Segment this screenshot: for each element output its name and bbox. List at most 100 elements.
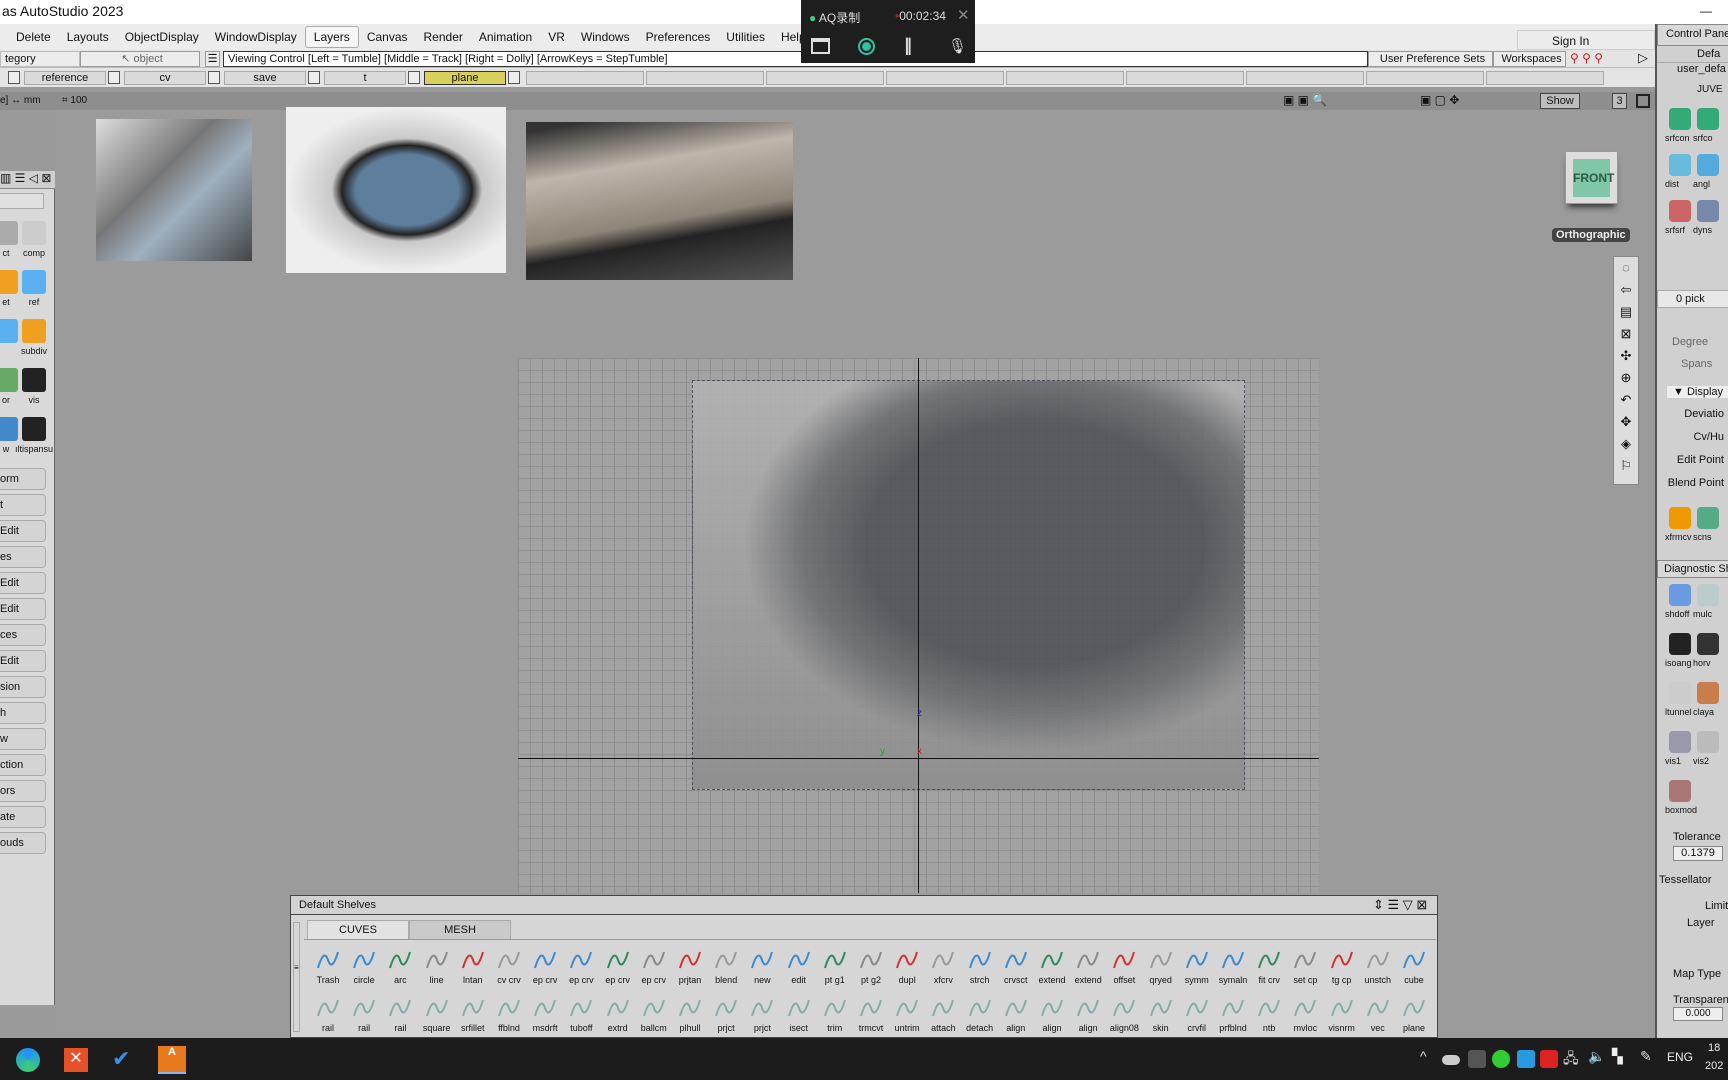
shelf-drag-handle[interactable]: ≡: [293, 922, 300, 1032]
shelf-tool-srfillet[interactable]: srfillet: [455, 992, 491, 1038]
palette-tab[interactable]: [0, 193, 44, 209]
shelf-tool-edit[interactable]: edit: [781, 944, 817, 990]
camera-icons[interactable]: ▣ ▣ 🔍: [1283, 93, 1327, 107]
palette-section-8[interactable]: sion: [0, 676, 46, 698]
user-label[interactable]: user_defa: [1657, 62, 1728, 75]
menu-delete[interactable]: Delete: [8, 27, 59, 47]
window-capture-icon[interactable]: [811, 38, 830, 54]
empty-layer-slot[interactable]: [526, 71, 644, 85]
clock-date[interactable]: 202: [1705, 1060, 1723, 1072]
pan-icon[interactable]: ✥: [1614, 411, 1638, 433]
shelf-tool-cv-crv[interactable]: cv crv: [491, 944, 527, 990]
shelf-tool-prjct[interactable]: prjct: [744, 992, 780, 1038]
shelf-tool-skin[interactable]: skin: [1143, 992, 1179, 1038]
shelf-tool-align08[interactable]: align08: [1106, 992, 1142, 1038]
tool-icon-vis2[interactable]: [1697, 731, 1719, 753]
category-field[interactable]: tegory: [0, 51, 80, 67]
shelf-tool-prjtan[interactable]: prjtan: [672, 944, 708, 990]
layer-t[interactable]: t: [324, 71, 406, 85]
layer-cv[interactable]: cv: [124, 71, 206, 85]
palette-header-icons[interactable]: ▥ ☰ ◁ ⊠: [0, 171, 55, 189]
layer-save[interactable]: save: [224, 71, 306, 85]
empty-layer-slot[interactable]: [1126, 71, 1244, 85]
shelf-tool-arc[interactable]: arc: [382, 944, 418, 990]
shelf-tool-qryed[interactable]: qryed: [1143, 944, 1179, 990]
center-view-icon[interactable]: ✣: [1614, 345, 1638, 367]
close-icon[interactable]: ✕: [957, 6, 970, 24]
orbit-icon[interactable]: ⊕: [1614, 367, 1638, 389]
microphone-icon[interactable]: 🎙: [948, 37, 967, 55]
palette-section-3[interactable]: es: [0, 546, 46, 568]
tool-icon-srfcon[interactable]: [1669, 108, 1691, 130]
palette-section-7[interactable]: Edit: [0, 650, 46, 672]
tray-app-icon[interactable]: [1468, 1050, 1486, 1068]
palette-section-9[interactable]: h: [0, 702, 46, 724]
bookmark-icon[interactable]: ⚐: [1614, 455, 1638, 477]
back-arrow-icon[interactable]: ⇦: [1614, 279, 1638, 301]
layer-visibility-checkbox[interactable]: [208, 71, 220, 84]
empty-layer-slot[interactable]: [1006, 71, 1124, 85]
user-preference-sets-button[interactable]: User Preference Sets: [1368, 51, 1493, 67]
palette-section-4[interactable]: Edit: [0, 572, 46, 594]
network-icon[interactable]: 🖧: [1563, 1048, 1579, 1072]
preset-label[interactable]: Defa: [1657, 48, 1728, 60]
layer-reference[interactable]: reference: [24, 71, 106, 85]
shelf-tool-rail[interactable]: rail: [346, 992, 382, 1038]
shelf-tool-pt-g2[interactable]: pt g2: [853, 944, 889, 990]
palette-section-5[interactable]: Edit: [0, 598, 46, 620]
volume-icon[interactable]: 🔈: [1588, 1048, 1605, 1065]
menu-utilities[interactable]: Utilities: [718, 27, 773, 47]
shelf-tool-trim[interactable]: trim: [817, 992, 853, 1038]
tray-overflow-icon[interactable]: ^: [1420, 1048, 1427, 1064]
language-indicator[interactable]: ENG: [1667, 1050, 1693, 1064]
shelf-tool-plhull[interactable]: plhull: [672, 992, 708, 1038]
shelf-tool-dupl[interactable]: dupl: [889, 944, 925, 990]
empty-layer-slot[interactable]: [766, 71, 884, 85]
shelf-tool-ballcm[interactable]: ballcm: [636, 992, 672, 1038]
palette-section-10[interactable]: w: [0, 728, 46, 750]
shelf-tool-align[interactable]: align: [1034, 992, 1070, 1038]
view-panel-icon[interactable]: ▤: [1614, 301, 1638, 323]
palette-section-1[interactable]: t: [0, 494, 46, 516]
shelf-tool-fit-crv[interactable]: fit crv: [1251, 944, 1287, 990]
shelf-tool-extend[interactable]: extend: [1034, 944, 1070, 990]
pen-icon[interactable]: ✎: [1640, 1048, 1652, 1065]
object-field[interactable]: ↖ object: [80, 51, 200, 67]
layer-visibility-checkbox[interactable]: [8, 71, 20, 84]
shelf-tool-align[interactable]: align: [1070, 992, 1106, 1038]
shelf-tool-symaln[interactable]: symaln: [1215, 944, 1251, 990]
tool-icon-mulc[interactable]: [1697, 584, 1719, 606]
palette-tool-icon[interactable]: [22, 417, 46, 441]
layer-visibility-checkbox[interactable]: [308, 71, 320, 84]
shelf-tool-lntan[interactable]: lntan: [455, 944, 491, 990]
menu-windows[interactable]: Windows: [573, 27, 638, 47]
palette-tool-icon[interactable]: [22, 319, 46, 343]
shelf-tool-line[interactable]: line: [419, 944, 455, 990]
layout-count[interactable]: 3: [1612, 93, 1627, 109]
tool-icon-ltunnel[interactable]: [1669, 682, 1691, 704]
palette-tool-icon[interactable]: [0, 368, 18, 392]
shelf-tool-tuboff[interactable]: tuboff: [563, 992, 599, 1038]
tool-icon-xfrmcv[interactable]: [1669, 507, 1691, 529]
shelf-tool-detach[interactable]: detach: [962, 992, 998, 1038]
expand-arrow-icon[interactable]: ▷: [1638, 50, 1648, 66]
empty-layer-slot[interactable]: [886, 71, 1004, 85]
palette-tool-icon[interactable]: [22, 270, 46, 294]
tray-star-icon[interactable]: [1517, 1050, 1535, 1068]
pause-icon[interactable]: ∥: [904, 36, 913, 56]
alias-icon[interactable]: A: [158, 1046, 186, 1074]
palette-tool-icon[interactable]: [0, 270, 18, 294]
palette-section-13[interactable]: ate: [0, 806, 46, 828]
show-button[interactable]: Show: [1540, 93, 1580, 109]
shelf-tool-ep-crv[interactable]: ep crv: [600, 944, 636, 990]
menu-animation[interactable]: Animation: [471, 27, 540, 47]
shelf-tool-prjct[interactable]: prjct: [708, 992, 744, 1038]
magnet-snap-icons[interactable]: ⚲ ⚲ ⚲: [1570, 51, 1603, 65]
tool-icon-angl[interactable]: [1697, 154, 1719, 176]
view-tool-icons[interactable]: ▣ ▢ ✥: [1420, 93, 1459, 107]
palette-section-12[interactable]: ors: [0, 780, 46, 802]
shelf-tool-align[interactable]: align: [998, 992, 1034, 1038]
shelf-tool-offset[interactable]: offset: [1106, 944, 1142, 990]
look-icon[interactable]: ◈: [1614, 433, 1638, 455]
onedrive-icon[interactable]: [1442, 1055, 1460, 1065]
